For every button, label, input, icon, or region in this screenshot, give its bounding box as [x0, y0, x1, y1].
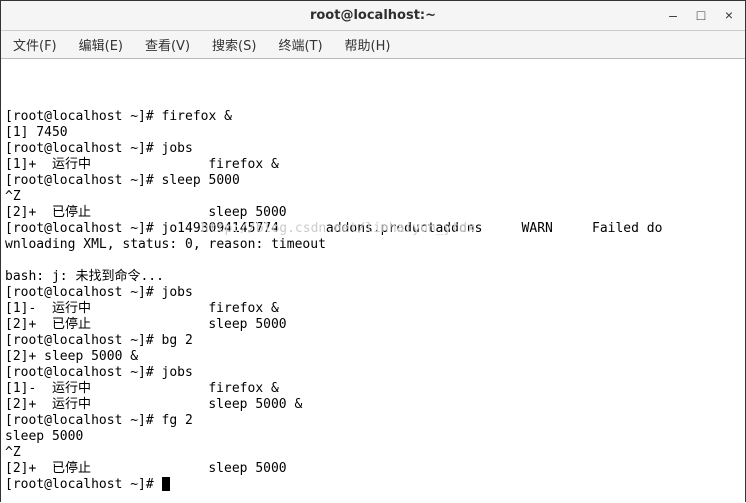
window-titlebar: root@localhost:~ – □ ×	[1, 1, 745, 31]
terminal-line: ^Z	[5, 445, 741, 461]
terminal-line: bash: j: 未找到命令...	[5, 269, 741, 285]
terminal-line: [root@localhost ~]# sleep 5000	[5, 173, 741, 189]
terminal-line: [1]- 运行中 firefox &	[5, 301, 741, 317]
terminal-area[interactable]: http://blog.csdn.net/linhaiyun_ytdx [roo…	[1, 59, 745, 503]
cursor-icon	[162, 477, 170, 491]
menu-terminal[interactable]: 终端(T)	[274, 33, 326, 56]
terminal-line: [root@localhost ~]# jobs	[5, 285, 741, 301]
terminal-line	[5, 253, 741, 269]
window-title: root@localhost:~	[310, 8, 436, 23]
menu-file[interactable]: 文件(F)	[9, 33, 61, 56]
terminal-line: [root@localhost ~]# jobs	[5, 141, 741, 157]
terminal-line: [root@localhost ~]# bg 2	[5, 333, 741, 349]
menu-help[interactable]: 帮助(H)	[341, 33, 395, 56]
terminal-line: [2]+ 已停止 sleep 5000	[5, 317, 741, 333]
terminal-line: [1]+ 运行中 firefox &	[5, 157, 741, 173]
minimize-button[interactable]: –	[663, 5, 683, 25]
terminal-line: [root@localhost ~]#	[5, 477, 741, 493]
terminal-line: [1] 7450	[5, 125, 741, 141]
terminal-line: [root@localhost ~]# jo1493094145774 addo…	[5, 221, 741, 237]
terminal-line: [root@localhost ~]# jobs	[5, 365, 741, 381]
terminal-line: [root@localhost ~]# firefox &	[5, 109, 741, 125]
menubar: 文件(F) 编辑(E) 查看(V) 搜索(S) 终端(T) 帮助(H)	[1, 31, 745, 59]
terminal-line: [2]+ 运行中 sleep 5000 &	[5, 397, 741, 413]
terminal-line: ^Z	[5, 189, 741, 205]
terminal-content: [root@localhost ~]# firefox &[1] 7450[ro…	[5, 109, 741, 493]
terminal-line: [2]+ sleep 5000 &	[5, 349, 741, 365]
close-button[interactable]: ×	[719, 5, 739, 25]
terminal-line: [1]- 运行中 firefox &	[5, 381, 741, 397]
terminal-line: sleep 5000	[5, 429, 741, 445]
menu-search[interactable]: 搜索(S)	[208, 33, 260, 56]
maximize-button[interactable]: □	[691, 5, 711, 25]
terminal-line: wnloading XML, status: 0, reason: timeou…	[5, 237, 741, 253]
menu-view[interactable]: 查看(V)	[141, 33, 194, 56]
terminal-line: [2]+ 已停止 sleep 5000	[5, 461, 741, 477]
menu-edit[interactable]: 编辑(E)	[75, 33, 127, 56]
terminal-line: [2]+ 已停止 sleep 5000	[5, 205, 741, 221]
window-controls: – □ ×	[663, 5, 739, 25]
terminal-line: [root@localhost ~]# fg 2	[5, 413, 741, 429]
